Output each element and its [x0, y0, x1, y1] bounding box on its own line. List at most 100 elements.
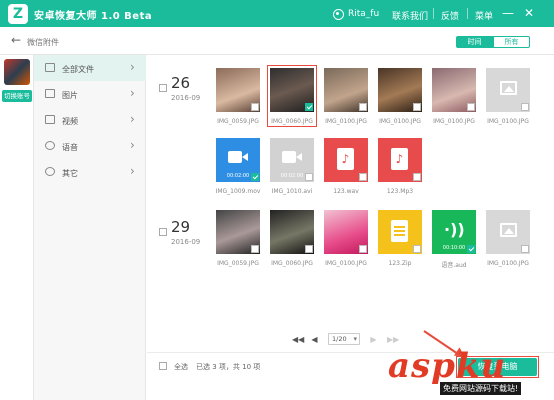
file-name: IMG_0100.JPG — [433, 118, 475, 125]
back-arrow-icon[interactable]: ← — [11, 33, 21, 47]
file-checkbox[interactable] — [305, 173, 313, 181]
file-item[interactable]: IMG_0060.JPG — [267, 65, 317, 127]
sidebar-item-images[interactable]: 图片 › — [34, 81, 146, 107]
file-checkbox[interactable] — [413, 173, 421, 181]
next-page-icon[interactable]: ▶ — [369, 335, 378, 344]
file-item[interactable]: IMG_0059.JPG — [216, 68, 260, 125]
file-name: IMG_0060.JPG — [271, 118, 313, 125]
menu-link[interactable]: 菜单 — [475, 9, 493, 22]
group-day: 29 — [171, 218, 191, 236]
video-icon — [45, 115, 55, 124]
user-icon — [333, 8, 344, 20]
file-item[interactable]: IMG_0059.JPG — [216, 210, 260, 267]
watermark-logo: aspku — [388, 346, 507, 386]
group-checkbox[interactable] — [159, 228, 167, 236]
file-item[interactable]: ♪ 123.wav — [324, 138, 368, 195]
sidebar-item-videos[interactable]: 视频 › — [34, 107, 146, 133]
file-item[interactable]: 00:02:00 IMG_1010.avi — [270, 138, 314, 195]
file-name: IMG_0059.JPG — [217, 118, 259, 125]
account-column: 切换账号 — [0, 55, 34, 400]
avatar[interactable] — [4, 59, 30, 85]
file-item[interactable]: IMG_0100.JPG — [486, 210, 530, 267]
close-icon[interactable]: ✕ — [522, 6, 536, 20]
sidebar-item-label: 全部文件 — [62, 65, 94, 74]
contact-us-link[interactable]: 联系我们 — [392, 9, 428, 22]
select-all-checkbox[interactable] — [159, 362, 167, 370]
chevron-right-icon: › — [130, 60, 135, 74]
file-checkbox[interactable] — [413, 103, 421, 111]
sort-all-tab[interactable]: 所有 — [493, 36, 530, 48]
group-month: 2016-09 — [171, 238, 201, 246]
watermark: aspku 免费网站源码下载站! — [378, 348, 552, 398]
file-checkbox[interactable] — [521, 245, 529, 253]
file-item[interactable]: IMG_0100.JPG — [324, 210, 368, 267]
sidebar-item-label: 图片 — [62, 91, 78, 100]
group-checkbox[interactable] — [159, 84, 167, 92]
sound-wave-icon: ·)) — [444, 220, 465, 239]
file-name: 语音.aud — [441, 262, 467, 269]
minimize-icon[interactable]: — — [501, 6, 515, 20]
file-name: IMG_0100.JPG — [487, 118, 529, 125]
divider — [433, 8, 434, 19]
video-camera-icon — [282, 151, 302, 163]
image-icon — [500, 81, 517, 95]
user-account[interactable]: Rita_fu — [333, 5, 379, 23]
last-page-icon[interactable]: ▶▶ — [387, 335, 399, 344]
file-checkbox[interactable] — [359, 245, 367, 253]
image-icon — [500, 223, 517, 237]
app-logo-icon: Z — [8, 4, 28, 24]
file-name: IMG_0059.JPG — [217, 260, 259, 267]
file-checkbox[interactable] — [251, 173, 259, 181]
sidebar-item-all-files[interactable]: 全部文件 › — [34, 55, 146, 81]
file-item[interactable]: IMG_0100.JPG — [378, 68, 422, 125]
file-item[interactable]: 123.Zip — [378, 210, 422, 267]
app-title: 安卓恢复大师 1.0 Beta — [34, 11, 153, 22]
file-item[interactable]: IMG_0100.JPG — [486, 68, 530, 125]
file-checkbox[interactable] — [251, 245, 259, 253]
other-icon — [45, 167, 55, 176]
file-item[interactable]: ·)) 00:10:00 语音.aud — [432, 210, 476, 269]
file-item[interactable]: IMG_0100.JPG — [432, 68, 476, 125]
file-checkbox[interactable] — [359, 103, 367, 111]
prev-page-icon[interactable]: ◀ — [310, 335, 319, 344]
sub-header: ← 微信附件 时间 所有 — [0, 27, 554, 55]
group-day: 26 — [171, 74, 191, 92]
first-page-icon[interactable]: ◀◀ — [292, 335, 304, 344]
file-checkbox[interactable] — [467, 245, 475, 253]
select-all-label[interactable]: 全选 — [174, 362, 188, 372]
file-checkbox[interactable] — [251, 103, 259, 111]
file-name: IMG_1009.mov — [215, 188, 261, 195]
breadcrumb: 微信附件 — [27, 38, 59, 47]
watermark-tagline: 免费网站源码下载站! — [440, 382, 522, 395]
file-checkbox[interactable] — [467, 103, 475, 111]
sort-by-time-tab[interactable]: 时间 — [456, 36, 493, 48]
sidebar-item-label: 其它 — [62, 169, 78, 178]
video-camera-icon — [228, 151, 248, 163]
feedback-link[interactable]: 反馈 — [441, 9, 459, 22]
chevron-right-icon: › — [130, 112, 135, 126]
sidebar-item-other[interactable]: 其它 › — [34, 159, 146, 185]
file-name: IMG_0100.JPG — [325, 118, 367, 125]
file-name: IMG_1010.avi — [271, 188, 313, 195]
page-select[interactable]: 1/20 — [328, 333, 360, 345]
file-item[interactable]: IMG_0060.JPG — [270, 210, 314, 267]
file-item[interactable]: ♪ 123.Mp3 — [378, 138, 422, 195]
file-item[interactable]: IMG_0100.JPG — [324, 68, 368, 125]
file-checkbox[interactable] — [413, 245, 421, 253]
file-checkbox[interactable] — [305, 103, 313, 111]
pagination: ◀◀ ◀ 1/20 ▶ ▶▶ — [292, 332, 399, 346]
file-checkbox[interactable] — [305, 245, 313, 253]
category-sidebar: 全部文件 › 图片 › 视频 › 语音 › 其它 › — [34, 55, 146, 400]
chevron-right-icon: › — [130, 86, 135, 100]
file-name: IMG_0100.JPG — [325, 260, 367, 267]
file-checkbox[interactable] — [359, 173, 367, 181]
file-name: 123.Mp3 — [386, 188, 414, 195]
switch-account-button[interactable]: 切换账号 — [2, 90, 32, 102]
document-icon — [391, 220, 408, 242]
file-item[interactable]: 00:02:00 IMG_1009.mov — [216, 138, 260, 195]
sidebar-item-voice[interactable]: 语音 › — [34, 133, 146, 159]
image-icon — [45, 89, 55, 98]
file-name: IMG_0100.JPG — [487, 260, 529, 267]
music-note-icon: ♪ — [391, 148, 408, 170]
file-checkbox[interactable] — [521, 103, 529, 111]
